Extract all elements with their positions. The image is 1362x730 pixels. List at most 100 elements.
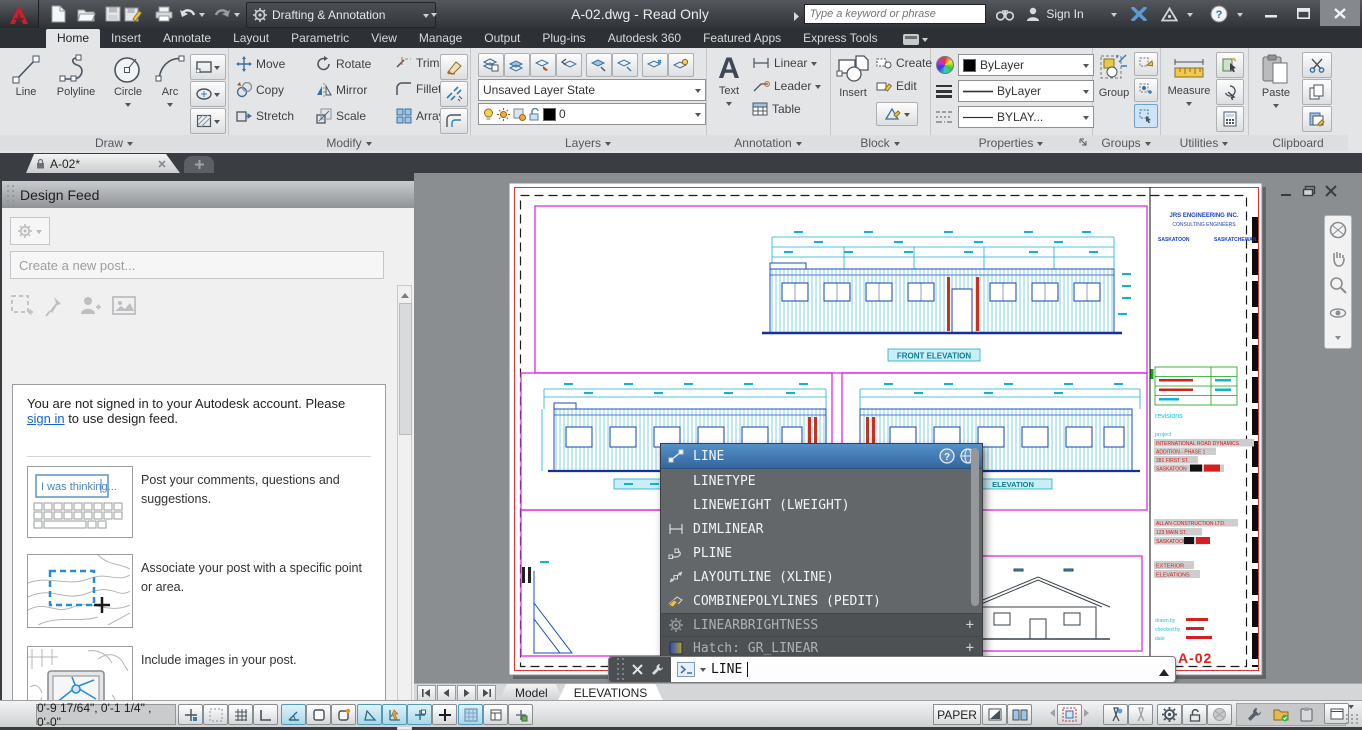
object-color-dropdown[interactable]: ByLayer	[958, 54, 1094, 76]
copy-button[interactable]: Copy	[236, 82, 284, 98]
search-history-button[interactable]	[790, 4, 804, 28]
annotation-visibility-button[interactable]	[1103, 704, 1128, 725]
tab-featured-apps[interactable]: Featured Apps	[692, 29, 792, 48]
paste-button[interactable]: Paste	[1256, 54, 1296, 111]
ribbon-state-toggle[interactable]	[903, 34, 928, 48]
copy-clip-button[interactable]	[1302, 79, 1332, 105]
insert-block-button[interactable]: Insert	[834, 54, 872, 99]
new-file-button[interactable]	[46, 2, 70, 26]
suggestion-line[interactable]: LINE ?	[661, 444, 982, 469]
suggestion-layoutline[interactable]: LAYOUTLINE (XLINE)	[661, 565, 982, 589]
suggestion-linetype[interactable]: LINETYPE	[661, 469, 982, 493]
panel-label-draw[interactable]: Draw	[0, 135, 228, 151]
next-viewport-arrow[interactable]	[1084, 709, 1093, 717]
help-icon[interactable]: ?	[939, 448, 955, 464]
navbar-more-icon[interactable]	[1335, 336, 1341, 343]
create-post-input[interactable]: Create a new post...	[10, 251, 384, 279]
toggle-transparency[interactable]	[458, 704, 483, 725]
line-button[interactable]: Line	[6, 53, 46, 98]
scale-button[interactable]: Scale	[316, 108, 366, 124]
circle-button[interactable]: Circle	[106, 53, 150, 110]
last-layout-button[interactable]	[477, 685, 496, 702]
select-area-icon[interactable]	[10, 294, 34, 318]
panel-label-groups[interactable]: Groups	[1092, 135, 1160, 151]
dimension-linear-button[interactable]: Linear	[752, 56, 817, 70]
cut-button[interactable]	[1302, 52, 1332, 78]
tab-home[interactable]: Home	[46, 29, 100, 48]
move-button[interactable]: Move	[236, 56, 285, 72]
close-button[interactable]	[1320, 0, 1360, 26]
toggle-osnap-tracking[interactable]	[382, 704, 407, 725]
toggle-grid-display[interactable]	[228, 704, 253, 725]
add-person-icon[interactable]	[78, 294, 102, 318]
suggestion-combinepolylines[interactable]: COMBINEPOLYLINES (PEDIT)	[661, 589, 982, 613]
toggle-snap-mode[interactable]	[178, 704, 203, 725]
rectangle-button[interactable]	[190, 54, 226, 80]
command-input[interactable]: LINE	[671, 657, 1175, 682]
suggestion-lineweight[interactable]: LINEWEIGHT (LWEIGHT)	[661, 493, 982, 517]
layer-current-button[interactable]	[530, 53, 556, 77]
close-drawing-icon[interactable]	[1324, 185, 1338, 197]
rotate-button[interactable]: Rotate	[316, 56, 371, 72]
layer-freeze-button[interactable]	[642, 53, 668, 77]
mirror-button[interactable]: Mirror	[316, 82, 367, 98]
offset-button[interactable]	[440, 108, 468, 134]
sign-in-dropdown[interactable]	[1108, 2, 1120, 26]
coordinates-display[interactable]: 0'-9 17/64", 0'-1 1/4" , 0'-0"	[36, 704, 176, 725]
palette-header[interactable]: Design Feed	[2, 181, 414, 208]
tab-annotate[interactable]: Annotate	[152, 29, 222, 48]
command-history-toggle[interactable]	[1159, 664, 1169, 676]
panel-label-utilities[interactable]: Utilities	[1160, 135, 1248, 151]
layer-match-button[interactable]	[504, 53, 530, 77]
paste-special-button[interactable]	[1302, 106, 1332, 132]
help-button[interactable]: ?	[1206, 2, 1232, 26]
file-tab[interactable]: A-02*	[26, 154, 180, 173]
panel-label-layers[interactable]: Layers	[470, 135, 706, 151]
group-edit-button[interactable]	[1134, 78, 1158, 102]
tab-elevations[interactable]: ELEVATIONS	[558, 684, 664, 701]
paper-model-toggle[interactable]: PAPER	[933, 704, 981, 725]
lineweight-dropdown[interactable]: ByLayer	[958, 80, 1094, 102]
prev-layout-button[interactable]	[437, 685, 456, 702]
recent-commands-icon[interactable]	[700, 668, 706, 675]
layer-off-button[interactable]	[668, 53, 694, 77]
tray-clipboard-icon[interactable]	[1300, 707, 1313, 722]
first-layout-button[interactable]	[417, 685, 436, 702]
redo-button[interactable]	[211, 2, 233, 26]
panel-label-block[interactable]: Block	[830, 135, 930, 151]
tray-folder-icon[interactable]	[1273, 708, 1290, 722]
quick-view-layouts-button[interactable]	[1007, 704, 1032, 725]
tab-parametric[interactable]: Parametric	[280, 29, 360, 48]
layout-icon-button[interactable]	[982, 704, 1007, 725]
toggle-3d-object-snap[interactable]	[331, 704, 356, 725]
a360-dropdown[interactable]	[1184, 2, 1196, 26]
toggle-selection-cycling[interactable]	[508, 704, 533, 725]
sign-in-button[interactable]: Sign In	[1020, 2, 1090, 26]
workspace-gear-button[interactable]	[1157, 704, 1182, 725]
tab-model[interactable]: Model	[499, 684, 564, 701]
layer-previous-button[interactable]	[556, 53, 582, 77]
panel-label-modify[interactable]: Modify	[228, 135, 470, 151]
layer-state-dropdown[interactable]: Unsaved Layer State	[478, 79, 706, 101]
resize-grip[interactable]	[1346, 714, 1359, 724]
plot-button[interactable]	[152, 2, 176, 26]
scrollbar-thumb[interactable]	[399, 303, 412, 435]
close-command-icon[interactable]	[632, 664, 643, 675]
new-tab-button[interactable]	[184, 156, 214, 173]
tab-manage[interactable]: Manage	[408, 29, 473, 48]
suggestion-system-variable[interactable]: LINEARBRIGHTNESS +	[661, 613, 982, 636]
text-button[interactable]: A Text	[712, 54, 746, 109]
workspace-switcher[interactable]: Drafting & Annotation	[246, 2, 436, 28]
navigation-wheel-icon[interactable]	[1329, 221, 1347, 239]
palette-scrollbar[interactable]	[397, 285, 412, 730]
close-tab-icon[interactable]	[158, 160, 166, 168]
quick-calc-button[interactable]	[1216, 106, 1244, 132]
layer-properties-button[interactable]	[478, 53, 504, 77]
undo-button[interactable]	[176, 2, 198, 26]
toggle-grid-dots[interactable]	[203, 704, 228, 725]
tab-plugins[interactable]: Plug-ins	[531, 29, 596, 48]
next-layout-button[interactable]	[457, 685, 476, 702]
command-line-grip[interactable]	[617, 658, 625, 681]
tab-layout[interactable]: Layout	[222, 29, 280, 48]
tab-output[interactable]: Output	[473, 29, 531, 48]
